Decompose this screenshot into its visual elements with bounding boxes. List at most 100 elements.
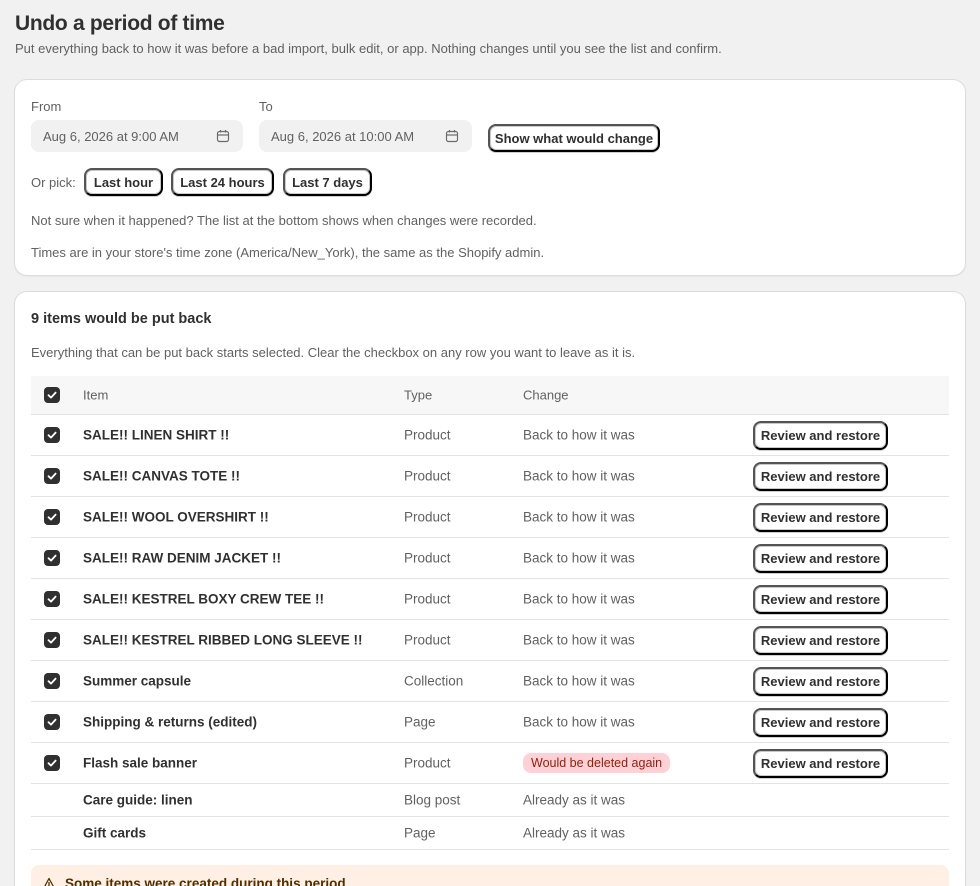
table-row: Flash sale banner Product Would be delet… [31,743,949,784]
row-checkbox[interactable] [44,468,60,484]
row-item-name: Care guide: linen [83,792,193,808]
review-and-restore-button[interactable]: Review and restore [753,626,888,655]
checkmark-icon [47,472,57,480]
row-change-status: Already as it was [523,825,626,841]
results-title: 9 items would be put back [31,311,212,327]
results-description: Everything that can be put back starts s… [31,345,636,360]
row-item-name: SALE!! KESTREL BOXY CREW TEE !! [83,591,325,607]
checkmark-icon [47,554,57,562]
column-header-change: Change [523,387,569,403]
to-label: To [259,99,273,114]
row-item-name: Shipping & returns (edited) [83,714,257,730]
row-checkbox[interactable] [44,755,60,771]
review-and-restore-button[interactable]: Review and restore [753,585,888,614]
created-items-warning-banner: Some items were created during this peri… [31,865,949,886]
review-and-restore-button[interactable]: Review and restore [753,667,888,696]
from-date-value: Aug 6, 2026 at 9:00 AM [43,128,179,144]
row-item-name: SALE!! WOOL OVERSHIRT !! [83,509,269,525]
when-hint: Not sure when it happened? The list at t… [31,213,537,228]
checkmark-icon [47,718,57,726]
row-checkbox[interactable] [44,714,60,730]
review-and-restore-button[interactable]: Review and restore [753,708,888,737]
row-checkbox[interactable] [44,632,60,648]
delete-warning-badge: Would be deleted again [523,753,671,773]
column-header-type: Type [404,387,433,403]
review-and-restore-button[interactable]: Review and restore [753,462,888,491]
table-row: Summer capsule Collection Back to how it… [31,661,949,702]
row-change-status: Back to how it was [523,509,635,525]
review-and-restore-button[interactable]: Review and restore [753,503,888,532]
table-row: Shipping & returns (edited) Page Back to… [31,702,949,743]
results-card: 9 items would be put back Everything tha… [15,292,965,886]
row-checkbox[interactable] [44,509,60,525]
row-checkbox[interactable] [44,673,60,689]
row-item-name: SALE!! RAW DENIM JACKET !! [83,550,281,566]
review-and-restore-button[interactable]: Review and restore [753,421,888,450]
row-checkbox[interactable] [44,591,60,607]
timezone-hint: Times are in your store's time zone (Ame… [31,245,545,260]
checkmark-icon [47,595,57,603]
table-row-unchanged: Care guide: linen Blog post Already as i… [31,784,949,817]
table-row: SALE!! LINEN SHIRT !! Product Back to ho… [31,415,949,456]
row-change-status: Back to how it was [523,427,635,443]
row-item-name: SALE!! KESTREL RIBBED LONG SLEEVE !! [83,632,363,648]
row-change-status: Already as it was [523,792,626,808]
row-item-name: SALE!! CANVAS TOTE !! [83,468,240,484]
row-item-name: Summer capsule [83,673,192,689]
row-checkbox[interactable] [44,550,60,566]
last-7-days-button[interactable]: Last 7 days [283,168,372,196]
table-row-unchanged: Gift cards Page Already as it was [31,817,949,850]
page-title: Undo a period of time [15,12,225,35]
page-subtitle: Put everything back to how it was before… [15,41,722,56]
row-item-type: Page [404,714,436,730]
checkmark-icon [47,391,57,399]
last-24-hours-button[interactable]: Last 24 hours [171,168,274,196]
show-changes-button[interactable]: Show what would change [488,124,660,152]
from-date-field[interactable]: Aug 6, 2026 at 9:00 AM [31,120,243,152]
row-item-name: Gift cards [83,825,147,841]
calendar-icon [445,130,459,143]
row-item-type: Product [404,509,451,525]
banner-title: Some items were created during this peri… [65,876,346,886]
column-header-item: Item [83,387,109,403]
row-item-type: Product [404,755,451,771]
review-and-restore-button[interactable]: Review and restore [753,749,888,778]
table-row: SALE!! WOOL OVERSHIRT !! Product Back to… [31,497,949,538]
checkmark-icon [47,431,57,439]
row-change-status: Back to how it was [523,550,635,566]
table-row: SALE!! RAW DENIM JACKET !! Product Back … [31,538,949,579]
checkmark-icon [47,677,57,685]
review-and-restore-button[interactable]: Review and restore [753,544,888,573]
row-change-status: Back to how it was [523,591,635,607]
row-item-type: Collection [404,673,464,689]
calendar-icon [216,130,230,143]
table-header: Item Type Change [31,376,949,415]
last-hour-button[interactable]: Last hour [84,168,163,196]
row-item-type: Product [404,550,451,566]
quick-pick-label: Or pick: [31,175,76,190]
checkmark-icon [47,636,57,644]
changes-table: Item Type Change SALE!! LINEN SHIRT !! P… [31,376,949,850]
from-label: From [31,99,62,114]
table-row: SALE!! KESTREL BOXY CREW TEE !! Product … [31,579,949,620]
checkmark-icon [47,759,57,767]
row-change-status: Back to how it was [523,714,635,730]
row-item-type: Blog post [404,792,461,808]
table-row: SALE!! KESTREL RIBBED LONG SLEEVE !! Pro… [31,620,949,661]
to-date-value: Aug 6, 2026 at 10:00 AM [271,128,415,144]
row-change-status: Back to how it was [523,632,635,648]
row-item-name: Flash sale banner [83,755,198,771]
select-all-checkbox[interactable] [44,387,60,403]
row-change-status: Back to how it was [523,673,635,689]
row-change-status: Back to how it was [523,468,635,484]
row-checkbox[interactable] [44,427,60,443]
date-range-card: From Aug 6, 2026 at 9:00 AM To Aug 6, 20… [15,80,965,275]
table-row: SALE!! CANVAS TOTE !! Product Back to ho… [31,456,949,497]
to-date-field[interactable]: Aug 6, 2026 at 10:00 AM [259,120,472,152]
row-item-type: Product [404,468,451,484]
row-item-type: Product [404,591,451,607]
row-item-type: Product [404,632,451,648]
checkmark-icon [47,513,57,521]
row-item-type: Product [404,427,451,443]
row-item-type: Page [404,825,436,841]
